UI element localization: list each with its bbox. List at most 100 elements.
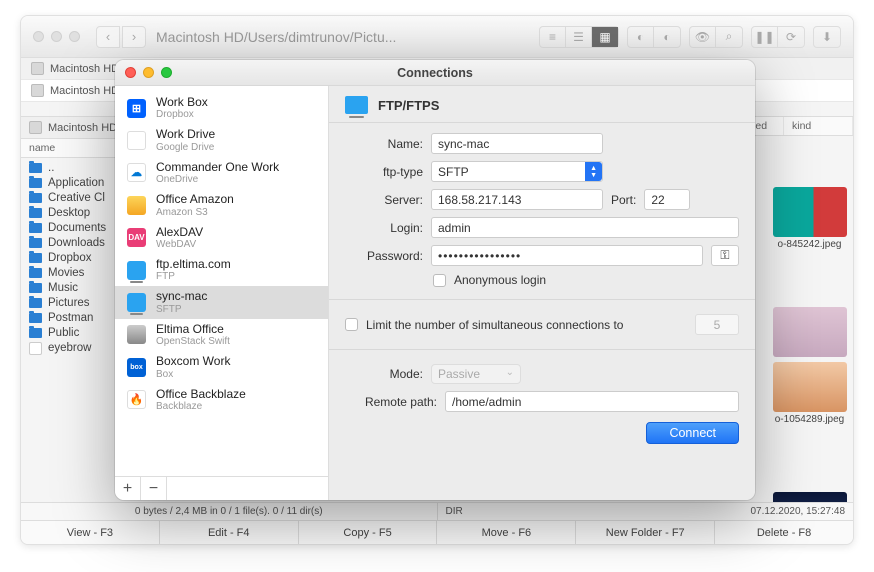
thumbnail-image [773, 187, 847, 237]
add-connection-button[interactable]: + [115, 477, 141, 501]
sidebar-item[interactable]: 🔥Office BackblazeBackblaze [115, 384, 328, 416]
toolbar-icons: ≡ ☰ ▦ ◐ ◐ 👁 ⌕ ❚❚ ⟳ ⬇ [531, 26, 853, 48]
status-bar: 0 bytes / 2,4 MB in 0 / 1 file(s). 0 / 1… [21, 502, 853, 520]
folder-icon [29, 193, 42, 203]
password-input[interactable]: •••••••••••••••• [431, 245, 703, 266]
view-columns-icon[interactable]: ☰ [566, 27, 592, 47]
sidebar-item[interactable]: boxBoxcom WorkBox [115, 351, 328, 383]
download-icon[interactable]: ⬇ [814, 27, 840, 47]
sidebar-footer: + − [115, 476, 328, 500]
minimize-icon[interactable] [143, 67, 154, 78]
sidebar-item[interactable]: ftp.eltima.comFTP [115, 254, 328, 286]
sidebar-item[interactable]: Eltima OfficeOpenStack Swift [115, 319, 328, 351]
sidebar-item[interactable]: ☁ Commander One WorkOneDrive [115, 157, 328, 189]
fkey-button[interactable]: New Folder - F7 [576, 521, 715, 544]
form-header: FTP/FTPS [329, 86, 755, 123]
connection-type-icon: ⊞ [127, 99, 146, 118]
zoom-icon[interactable] [161, 67, 172, 78]
file-name: Documents [48, 222, 106, 234]
remove-connection-button[interactable]: − [141, 477, 167, 501]
toggle-icon[interactable]: ◐ [628, 27, 654, 47]
mode-select: Passive [431, 364, 521, 384]
sidebar-item[interactable]: ⊞ Work BoxDropbox [115, 92, 328, 124]
key-button[interactable]: ⚿ [711, 245, 739, 266]
ftptype-select[interactable]: SFTP ▲▼ [431, 161, 603, 182]
eye-icon[interactable]: 👁 [690, 27, 716, 47]
login-input[interactable]: admin [431, 217, 739, 238]
connection-sub: OneDrive [156, 174, 279, 186]
connection-sub: Box [156, 369, 230, 381]
nav-forward-button[interactable]: › [122, 26, 146, 48]
folder-icon [29, 268, 42, 278]
file-name: Desktop [48, 207, 90, 219]
connection-name: Office Backblaze [156, 387, 246, 401]
limit-checkbox[interactable] [345, 318, 358, 331]
server-label: Server: [345, 193, 423, 207]
thumbnail-label: o-845242.jpeg [773, 239, 847, 250]
thumbnail[interactable] [773, 307, 847, 359]
breadcrumb-path[interactable]: Macintosh HD/Users/dimtrunov/Pictu... [156, 29, 396, 45]
bg-zoom-icon[interactable] [69, 31, 80, 42]
folder-icon [29, 283, 42, 293]
bg-nav: ‹ › [96, 26, 146, 48]
remote-path-input[interactable]: /home/admin [445, 391, 739, 412]
sidebar-item[interactable]: Office AmazonAmazon S3 [115, 189, 328, 221]
connection-sub: OpenStack Swift [156, 336, 230, 348]
folder-icon [29, 163, 42, 173]
binoculars-icon[interactable]: ⌕ [716, 27, 742, 47]
connection-sub: Dropbox [156, 109, 208, 121]
close-icon[interactable] [125, 67, 136, 78]
connection-name: Boxcom Work [156, 354, 230, 368]
bg-titlebar: ‹ › Macintosh HD/Users/dimtrunov/Pictu..… [21, 16, 853, 58]
bg-minimize-icon[interactable] [51, 31, 62, 42]
toggle2-icon[interactable]: ◐ [654, 27, 680, 47]
connection-type-icon [127, 261, 146, 280]
thumbnail-label: o-1054289.jpeg [773, 414, 847, 425]
folder-icon [29, 313, 42, 323]
thumbnail-image [773, 307, 847, 357]
thumbnail[interactable]: o-1054289.jpeg [773, 362, 847, 425]
key-icon: ⚿ [720, 248, 729, 263]
thumbnail[interactable]: o-845242.jpeg [773, 187, 847, 250]
connection-form: FTP/FTPS Name: sync-mac ftp-type SFTP ▲▼… [329, 86, 755, 500]
fkey-button[interactable]: Delete - F8 [715, 521, 853, 544]
password-label: Password: [345, 249, 423, 263]
folder-icon [29, 328, 42, 338]
sidebar-item[interactable]: sync-macSFTP [115, 286, 328, 318]
fkey-button[interactable]: Move - F6 [437, 521, 576, 544]
port-input[interactable]: 22 [644, 189, 690, 210]
col-kind[interactable]: kind [784, 117, 853, 135]
folder-icon [29, 178, 42, 188]
connection-sub: Google Drive [156, 142, 215, 154]
connection-type-icon [127, 293, 146, 312]
connection-name: Commander One Work [156, 160, 279, 174]
name-input[interactable]: sync-mac [431, 133, 603, 154]
refresh-icon[interactable]: ⟳ [778, 27, 804, 47]
connection-name: Work Box [156, 95, 208, 109]
limit-number-input[interactable]: 5 [695, 314, 739, 335]
connection-name: Work Drive [156, 127, 215, 141]
file-name: .. [48, 162, 54, 174]
status-dir: DIR [446, 506, 463, 517]
login-label: Login: [345, 221, 423, 235]
chevron-updown-icon: ▲▼ [590, 165, 597, 179]
fkey-button[interactable]: Copy - F5 [299, 521, 438, 544]
fkey-button[interactable]: View - F3 [21, 521, 160, 544]
connection-name: Eltima Office [156, 322, 230, 336]
sidebar-item[interactable]: DAVAlexDAVWebDAV [115, 222, 328, 254]
bg-close-icon[interactable] [33, 31, 44, 42]
nav-back-button[interactable]: ‹ [96, 26, 120, 48]
view-grid-icon[interactable]: ▦ [592, 27, 618, 47]
anonymous-checkbox[interactable] [433, 274, 446, 287]
pause-icon[interactable]: ❚❚ [752, 27, 778, 47]
fkey-button[interactable]: Edit - F4 [160, 521, 299, 544]
sidebar-item[interactable]: ▲Work DriveGoogle Drive [115, 124, 328, 156]
file-icon [29, 342, 42, 355]
view-list-icon[interactable]: ≡ [540, 27, 566, 47]
connection-type-icon: ☁ [127, 163, 146, 182]
thumbnail-label: o-1146134.jpeg [773, 544, 847, 545]
status-time: 07.12.2020, 15:27:48 [750, 506, 845, 517]
folder-icon [29, 253, 42, 263]
connect-button[interactable]: Connect [646, 422, 739, 444]
server-input[interactable]: 168.58.217.143 [431, 189, 603, 210]
